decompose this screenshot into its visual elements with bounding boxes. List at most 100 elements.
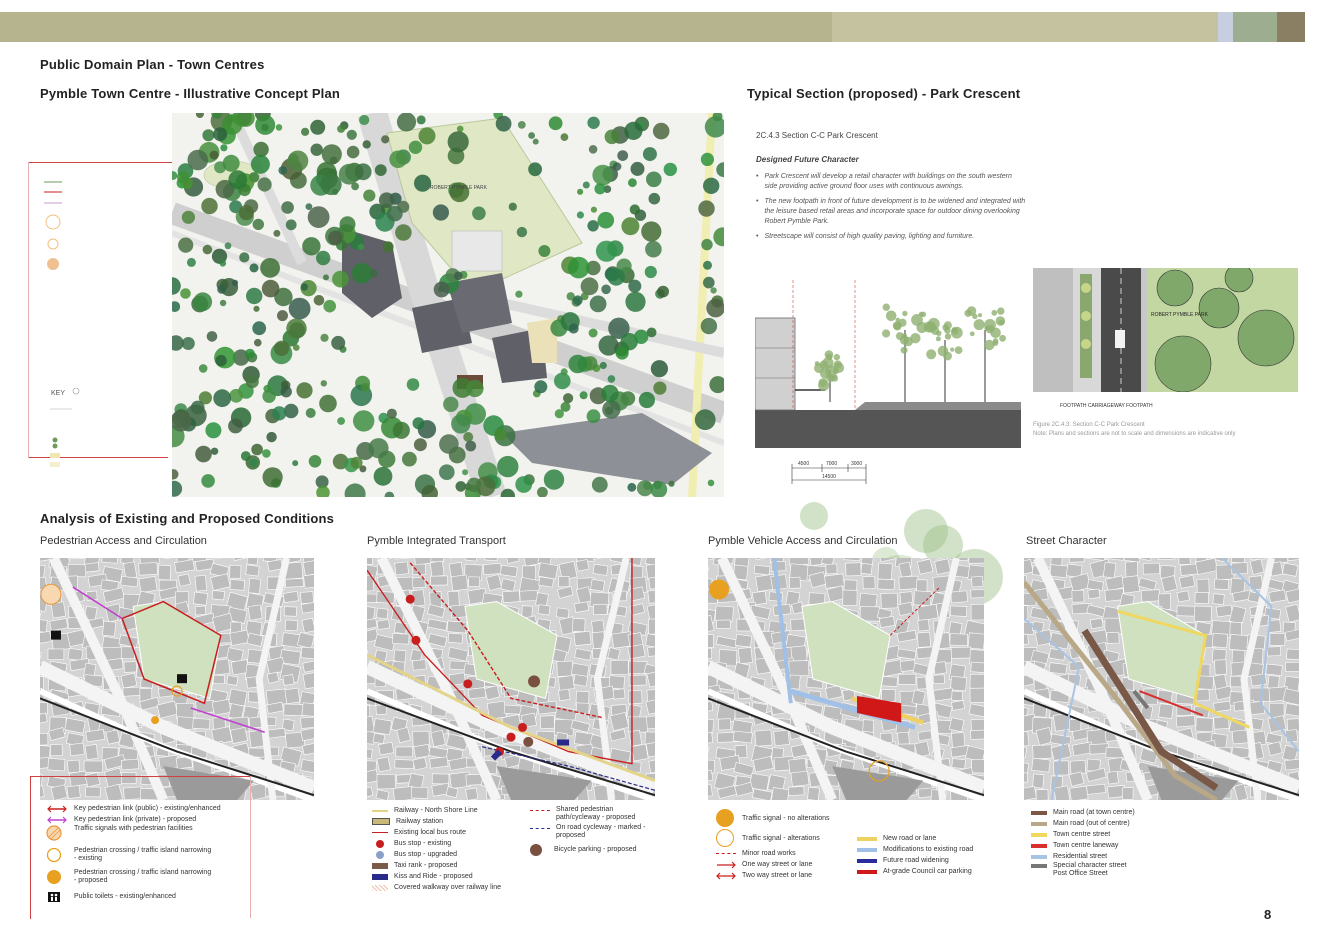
section-subheading: Designed Future Character	[756, 155, 859, 164]
dimension-label: 3000	[851, 461, 863, 467]
legend-item: Bicycle parking - proposed	[530, 843, 660, 856]
pedestrian-map	[40, 558, 314, 800]
legend-item: Taxi rank - proposed	[372, 860, 522, 871]
swatch	[372, 850, 388, 859]
legend-item: Key pedestrian link (private) - proposed	[46, 814, 246, 825]
legend-item: Bus stop - existing	[372, 838, 522, 849]
signal-alt-icon	[716, 829, 734, 847]
page-title: Public Domain Plan - Town Centres	[40, 57, 265, 72]
analysis-title: Analysis of Existing and Proposed Condit…	[40, 511, 335, 526]
arrow-icon	[47, 816, 67, 823]
concept-key: KEY	[42, 178, 170, 508]
swatch	[1031, 864, 1047, 868]
swatch	[372, 809, 388, 812]
legend-item: Two way street or lane	[716, 870, 856, 881]
concept-key-label: KEY	[51, 390, 66, 397]
swatch	[1031, 854, 1047, 859]
section-bullet: • Park Crescent will develop a retail cha…	[756, 173, 1012, 190]
legend-street: Main road (at town centre) Main road (ou…	[1031, 807, 1161, 880]
section-plan-view: ROBERT PYMBLE PARK	[1033, 268, 1298, 392]
section-bullet: • The new footpath in front of future dev…	[756, 198, 1026, 225]
legend-item: Residential street	[1031, 851, 1161, 862]
legend-vehicle-a: Traffic signal - no alterations Traffic …	[716, 808, 856, 881]
legend-item: Pedestrian crossing / traffic island nar…	[46, 869, 246, 891]
concept-key-symbols	[44, 181, 80, 467]
legend-item: New road or lane	[857, 833, 987, 844]
legend-item: Traffic signal - no alterations	[716, 808, 856, 828]
legend-item: At-grade Council car parking	[857, 866, 987, 877]
vehicle-map	[708, 558, 984, 800]
legend-item: Existing local bus route	[372, 827, 522, 838]
swatch	[857, 836, 877, 841]
street-map	[1024, 558, 1299, 800]
legend-item: Special character street Post Office Str…	[1031, 862, 1161, 880]
signal-no-alt-icon	[716, 809, 734, 827]
swatch	[372, 862, 388, 869]
legend-item: Modifications to existing road	[857, 844, 987, 855]
legend-item: Shared pedestrian path/cycleway - propos…	[530, 806, 660, 824]
swatch	[857, 847, 877, 852]
section-bullets: • Park Crescent will develop a retail cha…	[756, 172, 1026, 242]
swatch	[716, 853, 736, 854]
plan-park-label: ROBERT PYMBLE PARK	[1151, 312, 1209, 318]
legend-item: Main road (out of centre)	[1031, 818, 1161, 829]
toilet-icon	[48, 891, 60, 902]
legend-pedestrian: Key pedestrian link (public) - existing/…	[46, 803, 246, 902]
legend-item: Key pedestrian link (public) - existing/…	[46, 803, 246, 814]
concept-plan-map: ROBERT PYMBLE PARK	[172, 113, 724, 497]
swatch	[372, 873, 388, 880]
dimension-total: 14500	[822, 474, 836, 480]
cross-section-svg	[754, 280, 1021, 448]
header-swatch-blue	[1218, 12, 1233, 42]
legend-item: Covered walkway over railway line	[372, 882, 522, 893]
legend-item: Traffic signal - alterations	[716, 828, 856, 848]
swatch	[857, 869, 877, 874]
legend-item: Future road widening	[857, 855, 987, 866]
page-number: 8	[1264, 907, 1272, 922]
header-swatch-dark	[1277, 12, 1305, 42]
swatch	[1031, 843, 1047, 848]
signal-icon	[46, 825, 62, 841]
dimension-label: 7000	[826, 461, 838, 467]
concept-plan-svg: ROBERT PYMBLE PARK	[172, 113, 724, 497]
legend-item: Bus stop - upgraded	[372, 849, 522, 860]
crossing-existing-icon	[46, 847, 62, 863]
swatch	[530, 810, 550, 811]
section-title: Typical Section (proposed) - Park Cresce…	[747, 86, 1021, 101]
transport-map	[367, 558, 655, 800]
legend-item: Main road (at town centre)	[1031, 807, 1161, 818]
legend-item: Minor road works	[716, 848, 856, 859]
margin-line-vertical	[28, 162, 29, 458]
swatch	[530, 828, 550, 829]
legend-transport-a: Railway - North Shore Line Railway stati…	[372, 805, 522, 893]
panel-title-street: Street Character	[1026, 535, 1107, 547]
panel-title-pedestrian: Pedestrian Access and Circulation	[40, 535, 207, 547]
legend-item: Town centre laneway	[1031, 840, 1161, 851]
section-plan-svg: ROBERT PYMBLE PARK	[1033, 268, 1295, 392]
one-way-icon	[717, 861, 736, 868]
panel-title-vehicle: Pymble Vehicle Access and Circulation	[708, 535, 898, 547]
swatch	[372, 831, 388, 834]
arrow-icon	[47, 805, 67, 812]
legend-item: Pedestrian crossing / traffic island nar…	[46, 847, 246, 869]
swatch	[372, 818, 390, 825]
swatch	[372, 884, 388, 891]
plan-bottom-label: FOOTPATH CARRIAGEWAY FOOTPATH	[1060, 403, 1153, 409]
concept-park-label: ROBERT PYMBLE PARK	[430, 185, 488, 191]
legend-item: Kiss and Ride - proposed	[372, 871, 522, 882]
legend-item: Traffic signals with pedestrian faciliti…	[46, 825, 246, 847]
legend-vehicle-b: New road or lane Modifications to existi…	[857, 833, 987, 877]
swatch	[1031, 810, 1047, 815]
legend-item: One way street or lane	[716, 859, 856, 870]
legend-item: Town centre street	[1031, 829, 1161, 840]
legend-item: Railway - North Shore Line	[372, 805, 522, 816]
legend-item: On road cycleway - marked - proposed	[530, 824, 660, 844]
section-heading: 2C.4.3 Section C-C Park Crescent	[756, 131, 878, 140]
bicycle-dot	[530, 843, 542, 856]
swatch	[857, 858, 877, 863]
cross-section-drawing	[754, 270, 1021, 448]
legend-item: Public toilets - existing/enhanced	[46, 891, 246, 902]
legend-frame-right	[250, 776, 251, 918]
swatch	[372, 839, 388, 848]
figure-note: Note: Plans and sections are not to scal…	[1033, 431, 1236, 437]
